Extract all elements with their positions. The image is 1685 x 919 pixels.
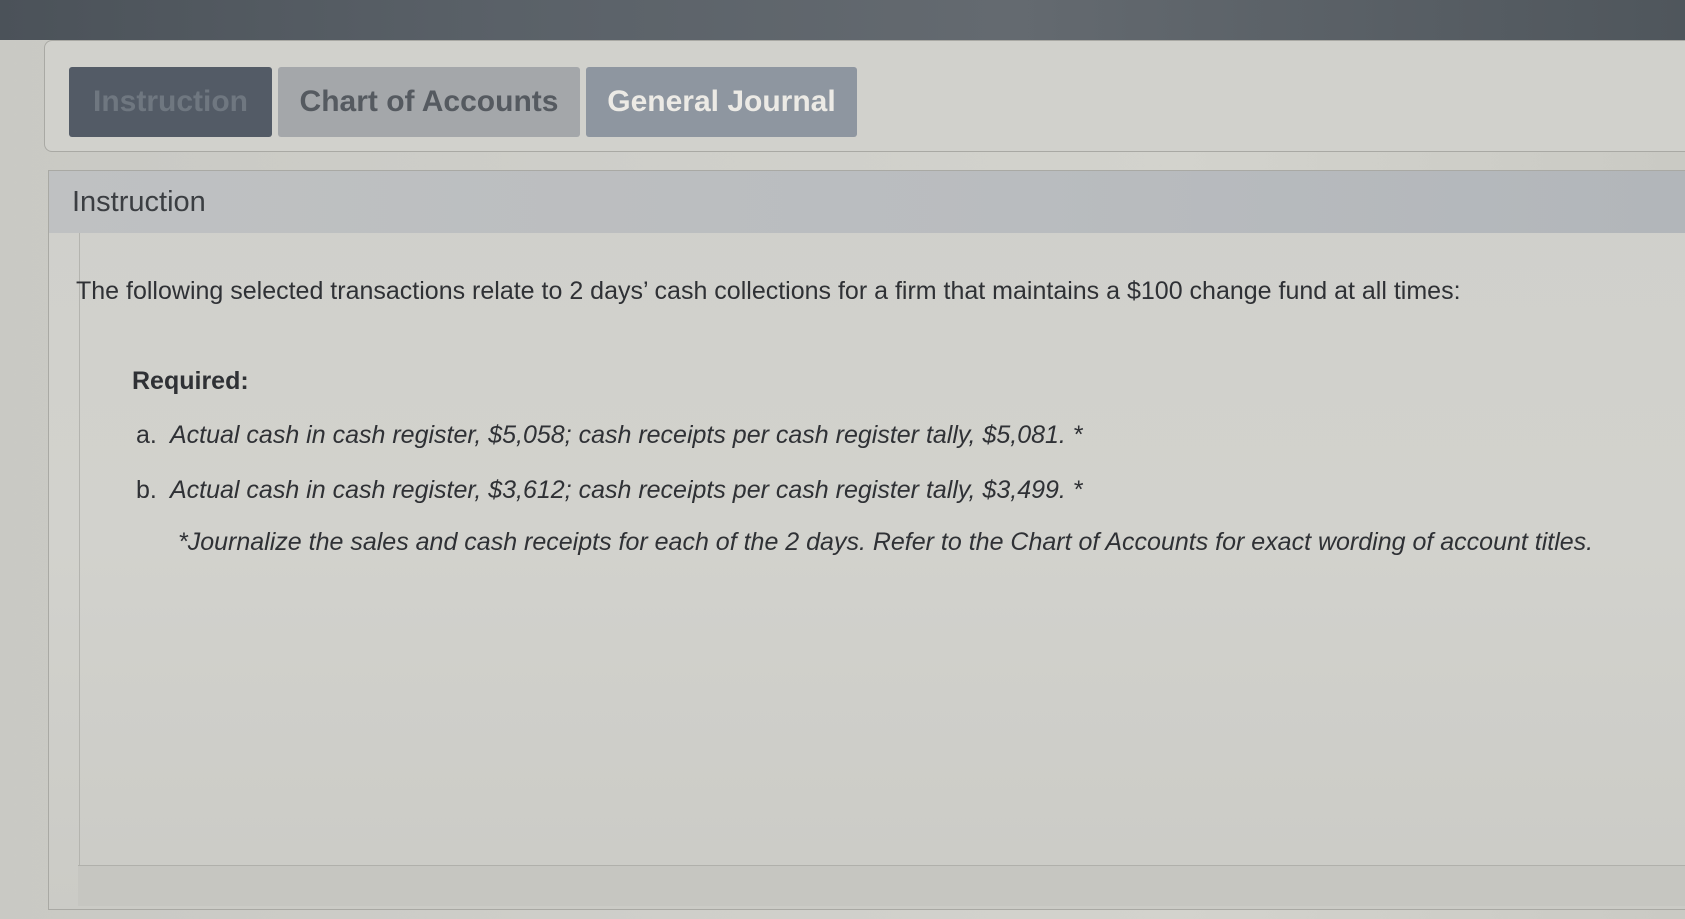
- requirement-item-b: b. Actual cash in cash register, $3,612; …: [136, 476, 1083, 505]
- list-marker: a.: [136, 421, 157, 449]
- requirement-text: Actual cash in cash register, $5,058; ca…: [170, 421, 1083, 449]
- monitor-bezel: [0, 0, 1685, 40]
- requirement-item-a: a. Actual cash in cash register, $5,058; …: [136, 421, 1083, 450]
- panel-header: Instruction: [49, 171, 1685, 233]
- list-marker: b.: [136, 476, 157, 504]
- panel-body: The following selected transactions rela…: [76, 233, 1685, 893]
- instruction-intro: The following selected transactions rela…: [76, 277, 1461, 305]
- journalize-note: *Journalize the sales and cash receipts …: [178, 528, 1594, 556]
- tab-instruction[interactable]: Instruction: [69, 67, 272, 137]
- tab-chart-of-accounts[interactable]: Chart of Accounts: [278, 67, 580, 137]
- tab-bar: Instruction Chart of Accounts General Jo…: [44, 40, 1685, 152]
- scrollbar-track[interactable]: [78, 865, 1685, 906]
- panel-title: Instruction: [72, 185, 206, 218]
- instruction-panel: Instruction The following selected trans…: [48, 170, 1685, 910]
- requirement-text: Actual cash in cash register, $3,612; ca…: [170, 476, 1083, 504]
- required-label: Required:: [132, 367, 249, 395]
- tab-general-journal[interactable]: General Journal: [586, 67, 857, 137]
